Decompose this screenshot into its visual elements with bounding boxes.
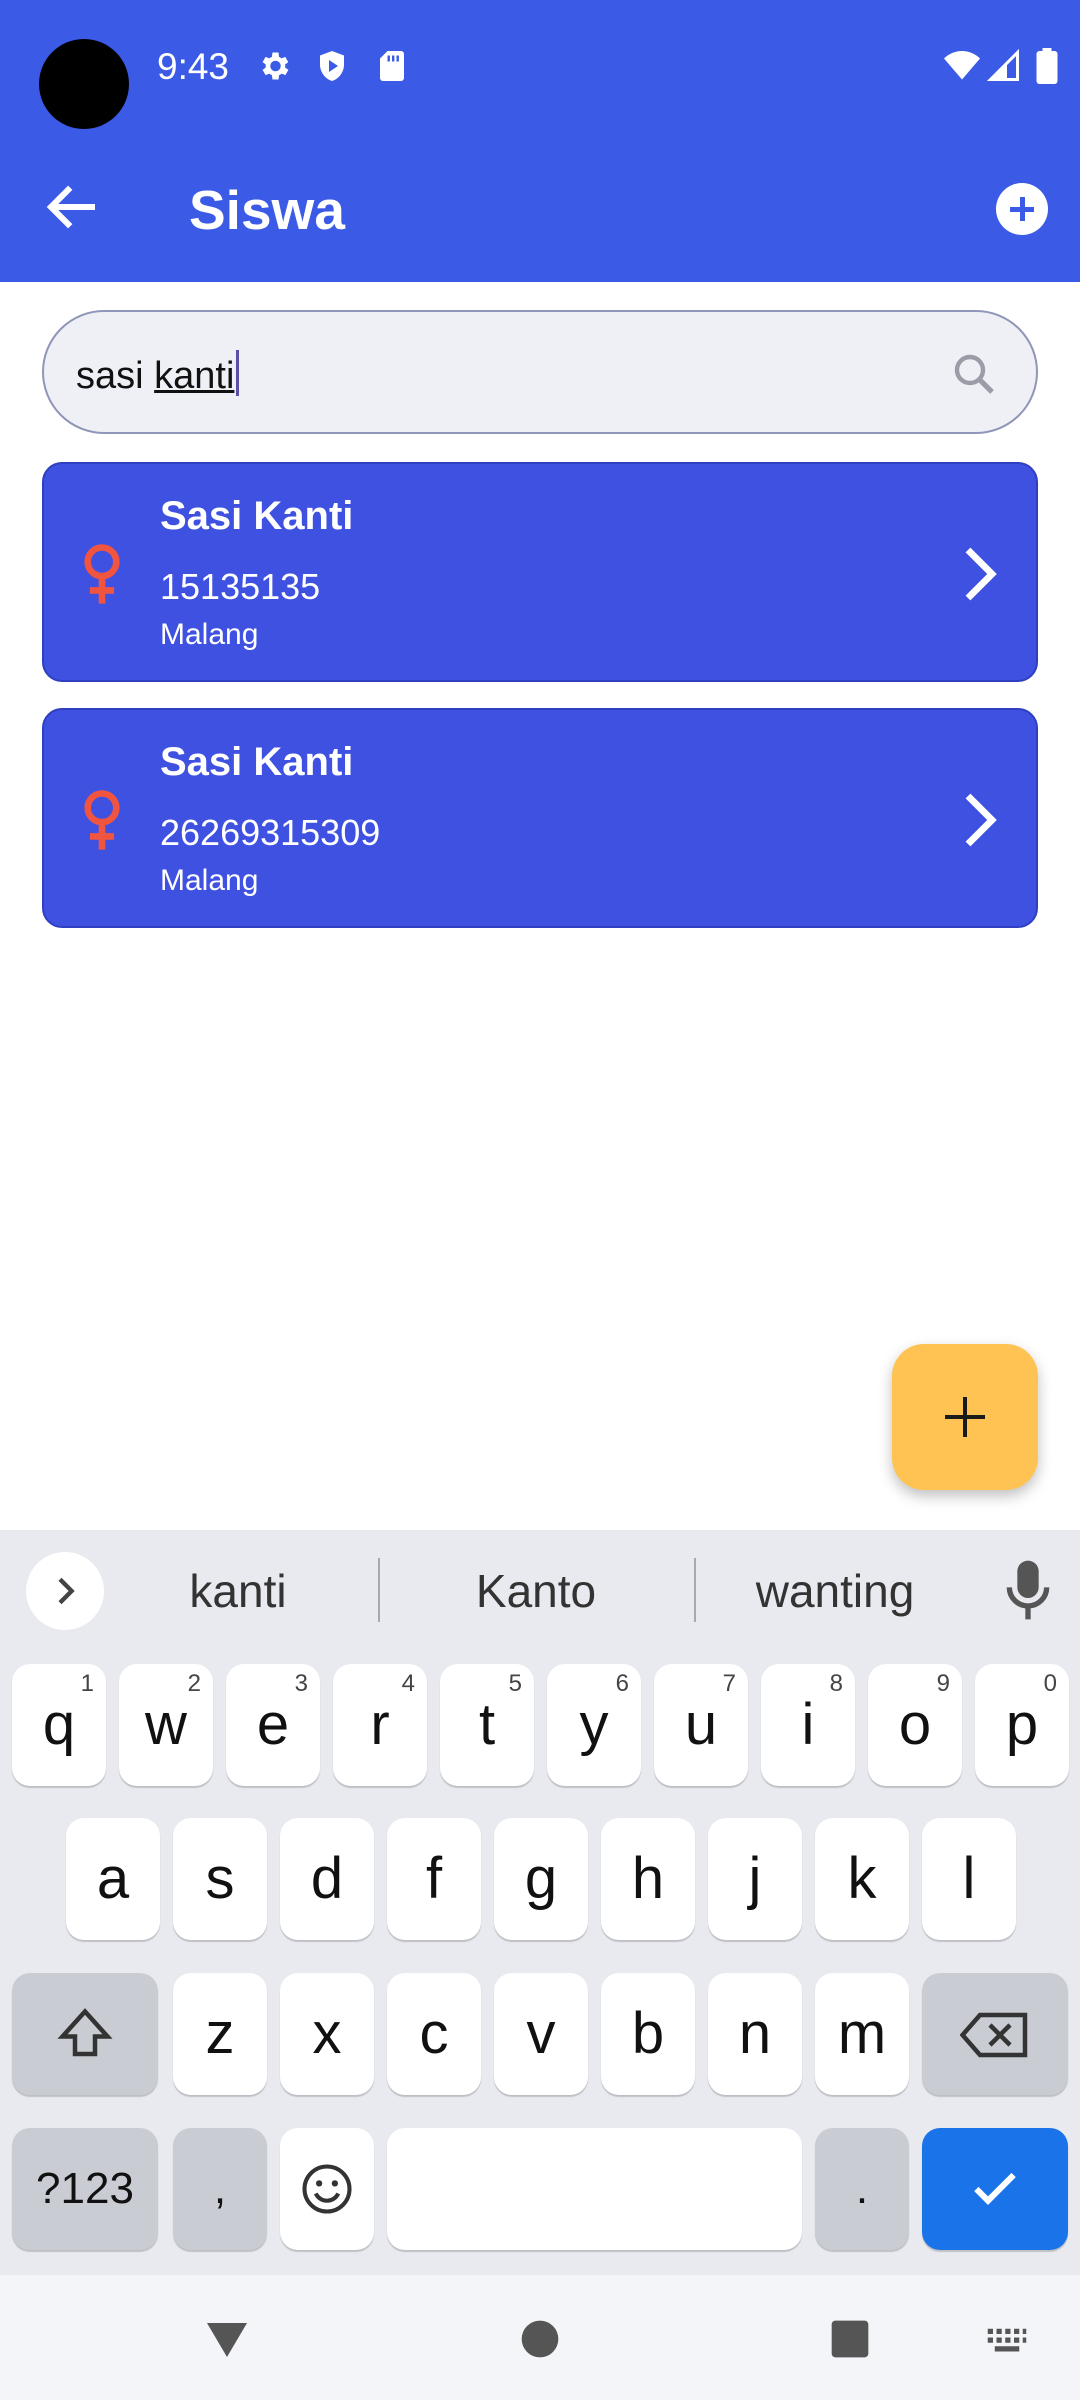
chevron-right-icon — [58, 1577, 75, 1605]
key-v[interactable]: v — [494, 1973, 588, 2095]
key-a[interactable]: a — [66, 1818, 160, 1940]
key-b[interactable]: b — [601, 1973, 695, 2095]
key-d[interactable]: d — [280, 1818, 374, 1940]
search-icon[interactable] — [950, 350, 998, 398]
key-g[interactable]: g — [494, 1818, 588, 1940]
settings-icon — [262, 52, 289, 80]
suggestion-3[interactable]: wanting — [705, 1564, 965, 1618]
sd-card-icon — [380, 51, 404, 81]
student-nis: 26269315309 — [160, 812, 381, 853]
key-w[interactable]: w2 — [119, 1664, 213, 1786]
app-bar: 9:43 Siswa — [0, 0, 1080, 282]
suggestion-1[interactable]: kanti — [108, 1564, 368, 1618]
key-e[interactable]: e3 — [226, 1664, 320, 1786]
checkmark-icon — [974, 2172, 1016, 2205]
key-k[interactable]: k — [815, 1818, 909, 1940]
student-name: Sasi Kanti — [160, 494, 354, 538]
student-city: Malang — [160, 864, 259, 897]
wifi-icon — [944, 51, 980, 80]
period-key[interactable]: . — [815, 2128, 909, 2250]
search-field[interactable]: sasi kanti — [42, 310, 1038, 434]
add-student-button[interactable] — [996, 183, 1048, 235]
microphone-icon[interactable] — [1004, 1558, 1052, 1622]
screen: 9:43 Siswa sasi kanti Sasi Kanti 1513513… — [0, 0, 1080, 2400]
front-camera-cutout — [39, 39, 129, 129]
key-l[interactable]: l — [922, 1818, 1016, 1940]
emoji-key[interactable] — [280, 2128, 374, 2250]
key-c[interactable]: c — [387, 1973, 481, 2095]
key-u[interactable]: u7 — [654, 1664, 748, 1786]
key-j[interactable]: j — [708, 1818, 802, 1940]
page-title: Siswa — [189, 179, 345, 241]
cellular-signal-icon — [986, 48, 1019, 81]
key-o[interactable]: o9 — [868, 1664, 962, 1786]
shield-play-icon — [320, 51, 344, 81]
text-cursor — [236, 350, 240, 396]
key-x[interactable]: x — [280, 1973, 374, 2095]
suggestion-divider — [378, 1558, 380, 1622]
key-m[interactable]: m — [815, 1973, 909, 2095]
done-key[interactable] — [922, 2128, 1068, 2250]
search-text-prefix: sasi — [76, 355, 155, 397]
search-text-composing-word: kanti — [154, 355, 235, 397]
key-r[interactable]: r4 — [333, 1664, 427, 1786]
key-i[interactable]: i8 — [761, 1664, 855, 1786]
suggestion-2[interactable]: Kanto — [406, 1564, 666, 1618]
chevron-right-icon — [965, 547, 997, 601]
backspace-key[interactable] — [922, 1973, 1068, 2095]
student-nis: 15135135 — [160, 566, 321, 607]
backspace-icon — [960, 2012, 1028, 2058]
student-city: Malang — [160, 618, 259, 651]
key-f[interactable]: f — [387, 1818, 481, 1940]
nav-recents-icon[interactable] — [828, 2317, 872, 2361]
key-t[interactable]: t5 — [440, 1664, 534, 1786]
key-p[interactable]: p0 — [975, 1664, 1069, 1786]
chevron-right-icon — [965, 793, 997, 847]
student-name: Sasi Kanti — [160, 740, 354, 784]
keyboard-switch-icon[interactable] — [985, 2327, 1029, 2355]
battery-icon — [1036, 48, 1058, 84]
student-card[interactable]: Sasi Kanti 15135135 Malang — [42, 462, 1038, 682]
add-fab-button[interactable] — [892, 1344, 1038, 1490]
student-card[interactable]: Sasi Kanti 26269315309 Malang — [42, 708, 1038, 928]
female-icon — [84, 790, 120, 850]
nav-back-icon[interactable] — [203, 2315, 251, 2363]
space-key[interactable] — [387, 2128, 802, 2250]
comma-key[interactable]: , — [173, 2128, 267, 2250]
keyboard-toolbar-expand-button[interactable] — [26, 1552, 104, 1630]
system-navigation-bar — [0, 2275, 1080, 2400]
key-q[interactable]: q1 — [12, 1664, 106, 1786]
status-time: 9:43 — [157, 46, 230, 87]
key-y[interactable]: y6 — [547, 1664, 641, 1786]
symbols-key[interactable]: ?123 — [12, 2128, 158, 2250]
shift-key[interactable] — [12, 1973, 158, 2095]
key-h[interactable]: h — [601, 1818, 695, 1940]
key-n[interactable]: n — [708, 1973, 802, 2095]
suggestion-divider — [694, 1558, 696, 1622]
nav-home-icon[interactable] — [518, 2317, 562, 2361]
search-input-text[interactable]: sasi kanti — [76, 350, 240, 398]
key-s[interactable]: s — [173, 1818, 267, 1940]
shift-arrow-icon — [57, 2008, 113, 2057]
smiley-icon — [302, 2164, 352, 2214]
female-icon — [84, 544, 120, 604]
back-arrow-icon[interactable] — [40, 174, 106, 240]
soft-keyboard: kanti Kanto wanting q1 w2 e3 r4 t5 y6 u7… — [0, 1530, 1080, 2275]
key-z[interactable]: z — [173, 1973, 267, 2095]
